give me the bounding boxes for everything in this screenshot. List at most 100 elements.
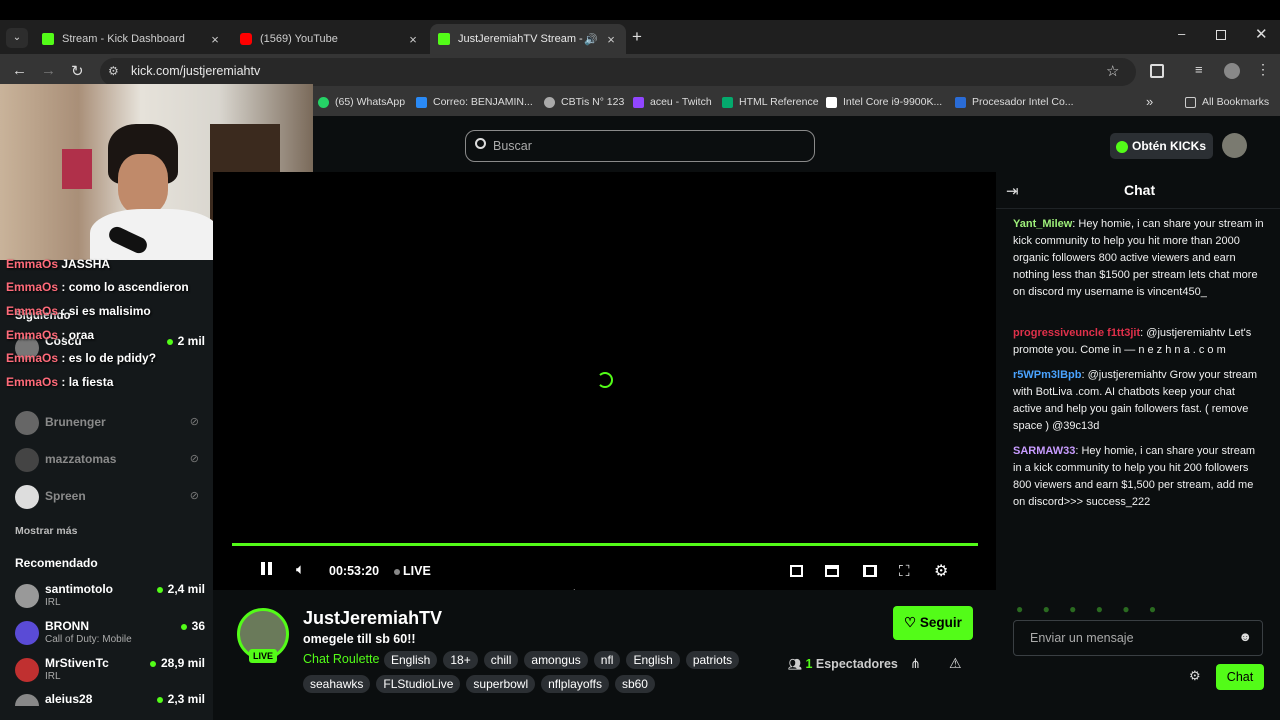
- sidebar-item-mazzatomas[interactable]: mazzatomas ⊘: [15, 446, 205, 474]
- chat-input[interactable]: Enviar un mensaje ☻: [1013, 620, 1263, 656]
- channel-name: Spreen: [45, 489, 86, 503]
- bookmarks-overflow-icon[interactable]: »: [1146, 94, 1153, 109]
- tab-search-button[interactable]: ⌄: [6, 28, 28, 48]
- avatar: [15, 694, 39, 706]
- avatar: [15, 448, 39, 472]
- sidebar-item-spreen[interactable]: Spreen ⊘: [15, 483, 205, 511]
- tag[interactable]: sb60: [614, 675, 655, 693]
- tag[interactable]: chill: [483, 651, 519, 669]
- viewer-count: 2,3 mil: [157, 692, 205, 706]
- theater-mode-icon[interactable]: [863, 565, 877, 577]
- chat-username[interactable]: progressiveuncle f1tt3jit: [1013, 327, 1140, 339]
- bookmark-label: aceu - Twitch: [650, 96, 712, 108]
- bookmark-label: HTML Reference: [739, 96, 819, 108]
- tag[interactable]: nfl: [593, 651, 621, 669]
- close-tab-icon[interactable]: ×: [208, 32, 222, 47]
- amazon-icon: [826, 96, 837, 108]
- audio-playing-icon[interactable]: 🔊: [584, 33, 598, 46]
- tag[interactable]: patriots: [685, 651, 740, 669]
- fullscreen-icon[interactable]: ⛶: [899, 563, 910, 580]
- bookmark-star-icon[interactable]: ☆: [1106, 62, 1119, 80]
- report-icon[interactable]: ⚠: [949, 655, 962, 672]
- share-icon[interactable]: ⋔: [910, 656, 921, 672]
- bookmark-html-reference[interactable]: HTML Reference: [722, 96, 819, 108]
- chat-settings-icon[interactable]: ⚙: [1189, 668, 1201, 684]
- close-tab-icon[interactable]: ×: [604, 32, 618, 47]
- live-indicator[interactable]: LIVE: [394, 564, 431, 578]
- stream-category[interactable]: Chat Roulette: [303, 652, 379, 666]
- chat-username[interactable]: Yant_Milew: [1013, 218, 1072, 230]
- playback-time: 00:53:20: [329, 564, 380, 578]
- bookmark-correo[interactable]: Correo: BENJAMIN...: [416, 96, 533, 108]
- get-kicks-label: Obtén KICKs: [1132, 139, 1207, 153]
- bookmark-label: All Bookmarks: [1202, 96, 1270, 108]
- bookmark-twitch[interactable]: aceu - Twitch: [633, 96, 712, 108]
- minimize-window-icon[interactable]: –: [1178, 26, 1185, 41]
- sidebar-item-aleius28[interactable]: aleius28 2,3 mil: [15, 692, 205, 706]
- volume-icon[interactable]: 🔈︎: [296, 561, 305, 578]
- search-placeholder: Buscar: [493, 139, 532, 153]
- video-player[interactable]: 🔈︎ 00:53:20 LIVE ⛶ ⚙: [213, 172, 996, 590]
- profile-avatar[interactable]: [1224, 63, 1240, 79]
- chat-message: r5WPm3lBpb: @justjeremiahtv Grow your st…: [1013, 369, 1258, 432]
- collapse-chat-icon[interactable]: ⇥: [1006, 182, 1019, 200]
- tag[interactable]: FLStudioLive: [376, 675, 461, 693]
- settings-icon[interactable]: ⚙: [934, 561, 948, 581]
- bookmark-label: (65) WhatsApp: [335, 96, 406, 108]
- bookmark-cbtis[interactable]: CBTis N° 123: [544, 96, 624, 108]
- emoji-icon[interactable]: ☻: [1238, 629, 1252, 644]
- site-info-icon[interactable]: ⚙: [108, 64, 119, 78]
- notification-off-icon: ⊘: [189, 490, 199, 502]
- sidebar-item-brunenger[interactable]: Brunenger ⊘: [15, 409, 205, 437]
- overlay-chat: EmmaOs JASSHA EmmaOs : como lo ascendier…: [0, 255, 213, 395]
- forward-icon[interactable]: →: [41, 62, 56, 79]
- clip-icon[interactable]: [825, 565, 839, 577]
- chat-username[interactable]: r5WPm3lBpb: [1013, 369, 1081, 381]
- tag[interactable]: amongus: [524, 651, 588, 669]
- media-control-icon[interactable]: ≡: [1195, 62, 1203, 77]
- tag[interactable]: seahawks: [303, 675, 371, 693]
- close-window-icon[interactable]: ✕: [1255, 25, 1268, 43]
- tag[interactable]: nflplayoffs: [541, 675, 609, 693]
- picture-in-picture-icon[interactable]: [790, 565, 803, 577]
- tag[interactable]: superbowl: [466, 675, 536, 693]
- user-avatar[interactable]: [1222, 133, 1247, 158]
- tag[interactable]: English: [626, 651, 680, 669]
- sidebar-item-bronn[interactable]: BRONN Call of Duty: Mobile 36: [15, 619, 205, 647]
- tag[interactable]: English: [384, 651, 438, 669]
- viewer-count: 36: [181, 619, 205, 633]
- progress-fill: [232, 543, 978, 546]
- pause-icon[interactable]: [261, 562, 272, 578]
- follow-button[interactable]: ♡ Seguir: [893, 606, 973, 640]
- chat-username[interactable]: SARMAW33: [1013, 445, 1075, 457]
- get-kicks-button[interactable]: Obtén KICKs: [1110, 133, 1213, 159]
- new-tab-button[interactable]: +: [632, 27, 642, 47]
- chat-send-button[interactable]: Chat: [1216, 664, 1264, 690]
- sidebar-item-mrstiventc[interactable]: MrStivenTc IRL 28,9 mil: [15, 656, 205, 684]
- close-tab-icon[interactable]: ×: [406, 32, 420, 47]
- progress-track[interactable]: [232, 543, 978, 546]
- chat-message: Yant_Milew: Hey homie, i can share your …: [1013, 218, 1264, 298]
- search-input[interactable]: Buscar: [465, 130, 815, 162]
- show-more-link[interactable]: Mostrar más: [15, 525, 77, 537]
- channel-name[interactable]: JustJeremiahTV: [303, 608, 442, 629]
- kick-icon: [438, 33, 450, 45]
- bookmark-procesador-intel[interactable]: Procesador Intel Co...: [955, 96, 1074, 108]
- tab-kick-dashboard[interactable]: Stream - Kick Dashboard ×: [34, 24, 230, 54]
- browser-menu-icon[interactable]: ⋮: [1256, 61, 1270, 78]
- sidebar-item-santimotolo[interactable]: santimotolo IRL 2,4 mil: [15, 582, 205, 610]
- extensions-icon[interactable]: [1150, 64, 1164, 78]
- address-bar[interactable]: ⚙ kick.com/justjeremiahtv ☆: [100, 58, 1136, 86]
- back-icon[interactable]: ←: [12, 62, 27, 79]
- tab-youtube[interactable]: (1569) YouTube ×: [232, 24, 428, 54]
- bookmark-whatsapp[interactable]: (65) WhatsApp: [318, 96, 405, 108]
- restore-window-icon[interactable]: [1216, 30, 1226, 40]
- bookmark-intel-i9[interactable]: Intel Core i9-9900K...: [826, 96, 942, 108]
- globe-icon: [544, 96, 555, 108]
- tag[interactable]: 18+: [443, 651, 478, 669]
- reload-icon[interactable]: ↻: [71, 62, 84, 80]
- tab-justjeremiahtv[interactable]: JustJeremiahTV Stream - W 🔊 ×: [430, 24, 626, 54]
- loading-spinner-icon: [597, 372, 613, 388]
- chat-text: Hey homie, i can share your stream in ki…: [1013, 218, 1264, 298]
- all-bookmarks[interactable]: All Bookmarks: [1185, 96, 1269, 108]
